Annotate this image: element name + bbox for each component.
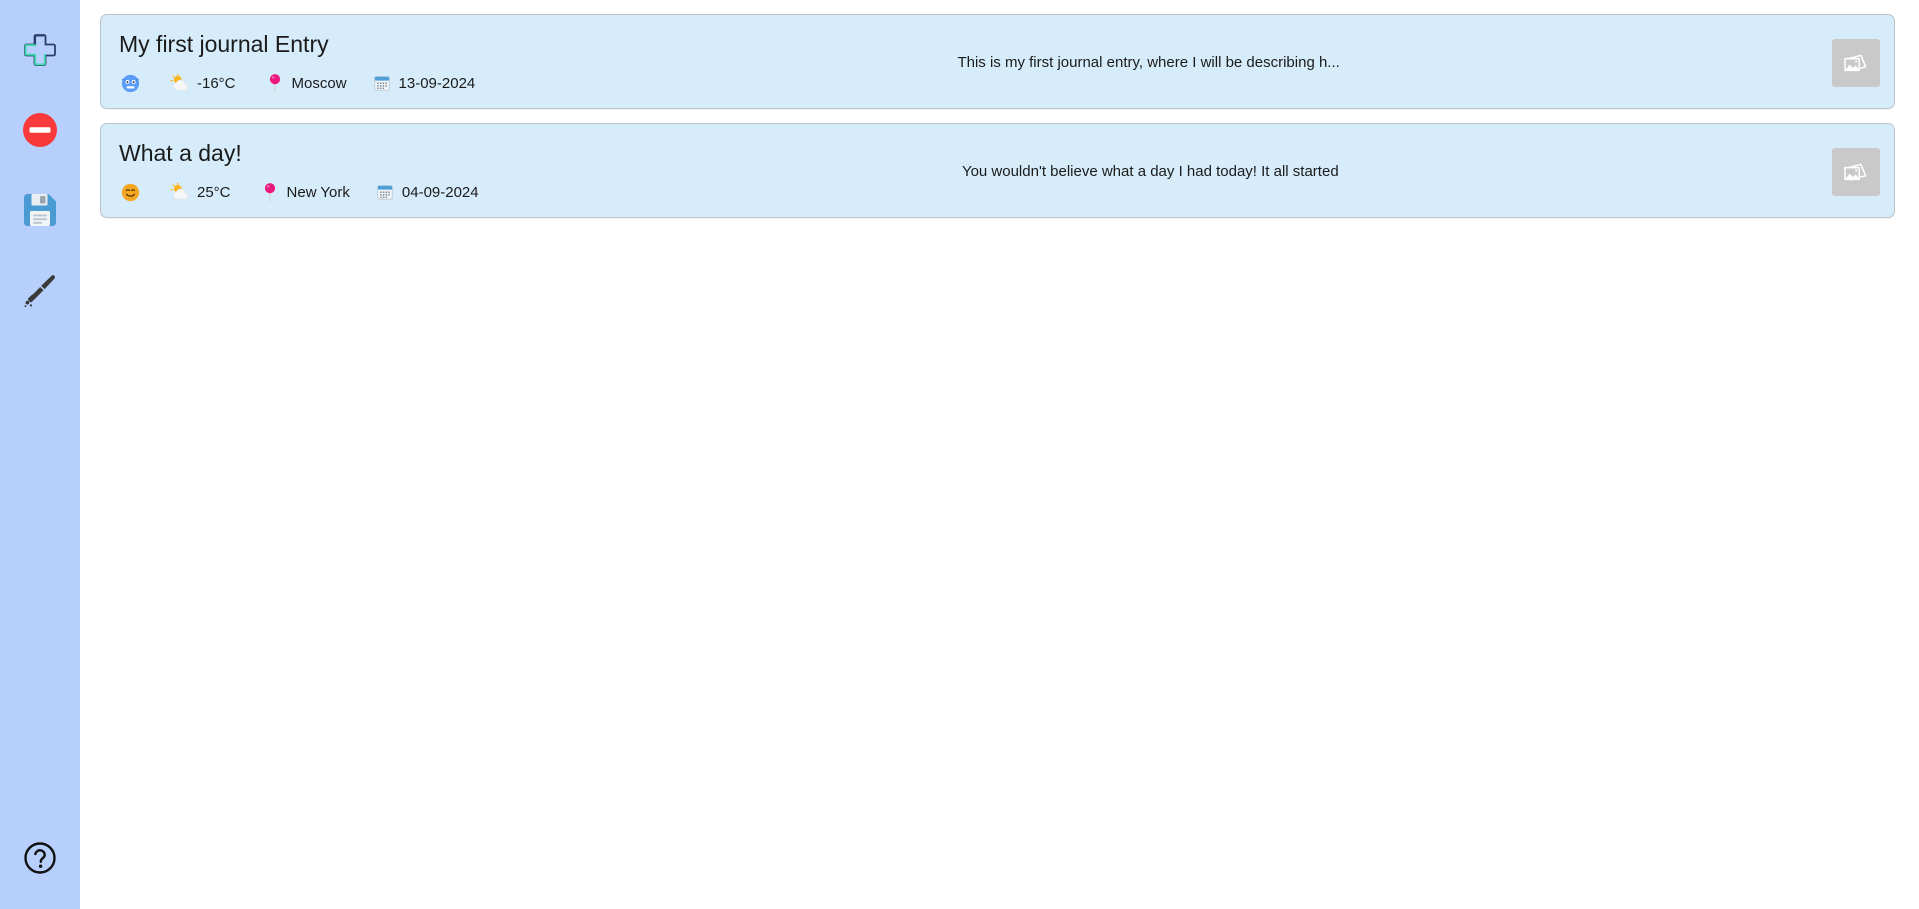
app-root: My first journal Entry -16°C Moscow 13-0… bbox=[0, 0, 1919, 909]
journal-entry-card[interactable]: My first journal Entry -16°C Moscow 13-0… bbox=[100, 14, 1895, 109]
entry-weather: -16°C bbox=[169, 72, 236, 94]
entry-preview-text: This is my first journal entry, where I … bbox=[957, 54, 1340, 71]
entry-date: 04-09-2024 bbox=[374, 181, 479, 203]
entry-metadata: 25°C New York 04-09-2024 bbox=[119, 181, 479, 203]
entry-mood bbox=[119, 181, 147, 203]
image-placeholder-icon bbox=[1842, 49, 1870, 77]
entry-preview-text: You wouldn't believe what a day I had to… bbox=[961, 163, 1339, 180]
journal-entry-card[interactable]: What a day! 25°C New York 04-09-2024 You… bbox=[100, 123, 1895, 218]
map-pin-icon bbox=[264, 72, 286, 94]
entry-date-value: 04-09-2024 bbox=[401, 183, 479, 201]
entry-thumbnail-area bbox=[1822, 27, 1880, 98]
entry-info: What a day! 25°C New York 04-09-2024 bbox=[115, 136, 479, 207]
sidebar-item-help[interactable] bbox=[17, 837, 63, 883]
plus-icon bbox=[20, 30, 60, 70]
map-pin-icon bbox=[259, 181, 281, 203]
cold-face-emoji bbox=[119, 72, 141, 94]
sun-behind-cloud-emoji bbox=[169, 72, 191, 94]
sidebar-item-clear-entries[interactable] bbox=[10, 260, 70, 320]
entry-title: My first journal Entry bbox=[119, 30, 329, 57]
calendar-icon bbox=[371, 72, 393, 94]
entry-thumbnail[interactable] bbox=[1832, 38, 1880, 87]
sidebar-item-delete-entry[interactable] bbox=[10, 100, 70, 160]
floppy-disk-icon bbox=[21, 191, 59, 229]
calendar-icon bbox=[374, 181, 396, 203]
entry-thumbnail[interactable] bbox=[1832, 147, 1880, 196]
question-circle-icon bbox=[23, 841, 57, 880]
entry-metadata: -16°C Moscow 13-09-2024 bbox=[119, 72, 475, 94]
entry-list-panel: My first journal Entry -16°C Moscow 13-0… bbox=[80, 0, 1919, 909]
entry-temperature: -16°C bbox=[197, 74, 236, 92]
entry-title: What a day! bbox=[119, 139, 242, 166]
entry-temperature: 25°C bbox=[197, 183, 231, 201]
entry-date-value: 13-09-2024 bbox=[398, 74, 476, 92]
entry-list: My first journal Entry -16°C Moscow 13-0… bbox=[100, 14, 1895, 218]
entry-location: Moscow bbox=[264, 72, 347, 94]
minus-circle-icon bbox=[20, 110, 60, 150]
entry-weather: 25°C bbox=[169, 181, 231, 203]
entry-location: New York bbox=[259, 181, 350, 203]
entry-thumbnail-area bbox=[1822, 136, 1880, 207]
sidebar bbox=[0, 0, 80, 909]
entry-mood bbox=[119, 72, 147, 94]
entry-location-name: Moscow bbox=[291, 74, 347, 92]
sun-behind-cloud-emoji bbox=[169, 181, 191, 203]
entry-info: My first journal Entry -16°C Moscow 13-0… bbox=[115, 27, 475, 98]
paintbrush-icon bbox=[21, 271, 59, 309]
sidebar-item-save-entry[interactable] bbox=[10, 180, 70, 240]
image-placeholder-icon bbox=[1842, 158, 1870, 186]
sidebar-item-add-entry[interactable] bbox=[10, 20, 70, 80]
entry-date: 13-09-2024 bbox=[371, 72, 476, 94]
sidebar-tool-list bbox=[10, 0, 70, 340]
entry-location-name: New York bbox=[286, 183, 350, 201]
smiling-face-emoji bbox=[119, 181, 141, 203]
